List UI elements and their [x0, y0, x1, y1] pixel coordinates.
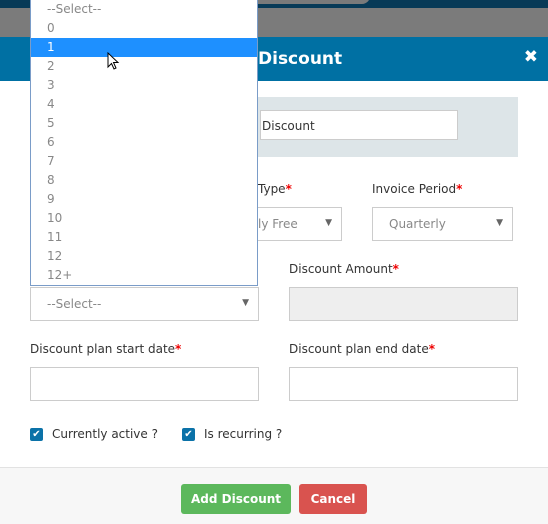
currently-active-checkbox[interactable]: ✔ Currently active ?: [30, 427, 158, 441]
discount-amount-label: Discount Amount*: [289, 262, 399, 276]
currently-active-label: Currently active ?: [52, 427, 158, 441]
checkmark-icon[interactable]: ✔: [181, 427, 195, 441]
months-select[interactable]: --Select-- ▼: [30, 287, 259, 321]
cancel-button[interactable]: Cancel: [299, 484, 367, 514]
dropdown-option[interactable]: 6: [31, 133, 257, 152]
chevron-down-icon: ▼: [242, 298, 249, 308]
type-select-value: ly Free: [258, 217, 298, 231]
dropdown-option[interactable]: 3: [31, 76, 257, 95]
invoice-period-value: Quarterly: [389, 217, 446, 231]
checkbox-row: ✔ Currently active ? ✔ Is recurring ?: [30, 427, 306, 441]
add-discount-button[interactable]: Add Discount: [181, 484, 291, 514]
dropdown-option[interactable]: 12+: [31, 266, 257, 285]
type-label: Type*: [258, 182, 292, 196]
dropdown-option[interactable]: 11: [31, 228, 257, 247]
close-icon[interactable]: ✖: [524, 47, 538, 67]
modal-title: Discount: [258, 49, 343, 69]
dropdown-option[interactable]: 0: [31, 19, 257, 38]
dropdown-option[interactable]: 5: [31, 114, 257, 133]
discount-name-input[interactable]: Discount: [260, 110, 458, 140]
invoice-period-select[interactable]: Quarterly ▼: [372, 207, 513, 241]
discount-amount-input: [289, 287, 518, 321]
dropdown-option[interactable]: 10: [31, 209, 257, 228]
months-dropdown-list[interactable]: --Select-- 0 1 2 3 4 5 6 7 8 9 10 11 12 12+: [30, 0, 258, 286]
chevron-down-icon: ▼: [496, 218, 503, 228]
dropdown-option[interactable]: 2: [31, 57, 257, 76]
start-date-label: Discount plan start date*: [30, 342, 182, 356]
end-date-label: Discount plan end date*: [289, 342, 435, 356]
end-date-input[interactable]: [289, 367, 518, 401]
dropdown-option[interactable]: 4: [31, 95, 257, 114]
dropdown-option[interactable]: 9: [31, 190, 257, 209]
months-select-value: --Select--: [47, 297, 102, 311]
dropdown-option[interactable]: --Select--: [31, 0, 257, 19]
chevron-down-icon: ▼: [325, 218, 332, 228]
checkmark-icon[interactable]: ✔: [30, 427, 43, 441]
dropdown-option[interactable]: 8: [31, 171, 257, 190]
mouse-cursor-icon: [107, 52, 120, 70]
invoice-period-label: Invoice Period*: [372, 182, 463, 196]
modal-footer: Add Discount Cancel: [0, 467, 548, 524]
start-date-input[interactable]: [30, 367, 259, 401]
dropdown-option[interactable]: 7: [31, 152, 257, 171]
is-recurring-checkbox[interactable]: ✔ Is recurring ?: [181, 427, 283, 441]
dropdown-option[interactable]: 1: [31, 38, 257, 57]
is-recurring-label: Is recurring ?: [203, 427, 283, 441]
dropdown-option[interactable]: 12: [31, 247, 257, 266]
